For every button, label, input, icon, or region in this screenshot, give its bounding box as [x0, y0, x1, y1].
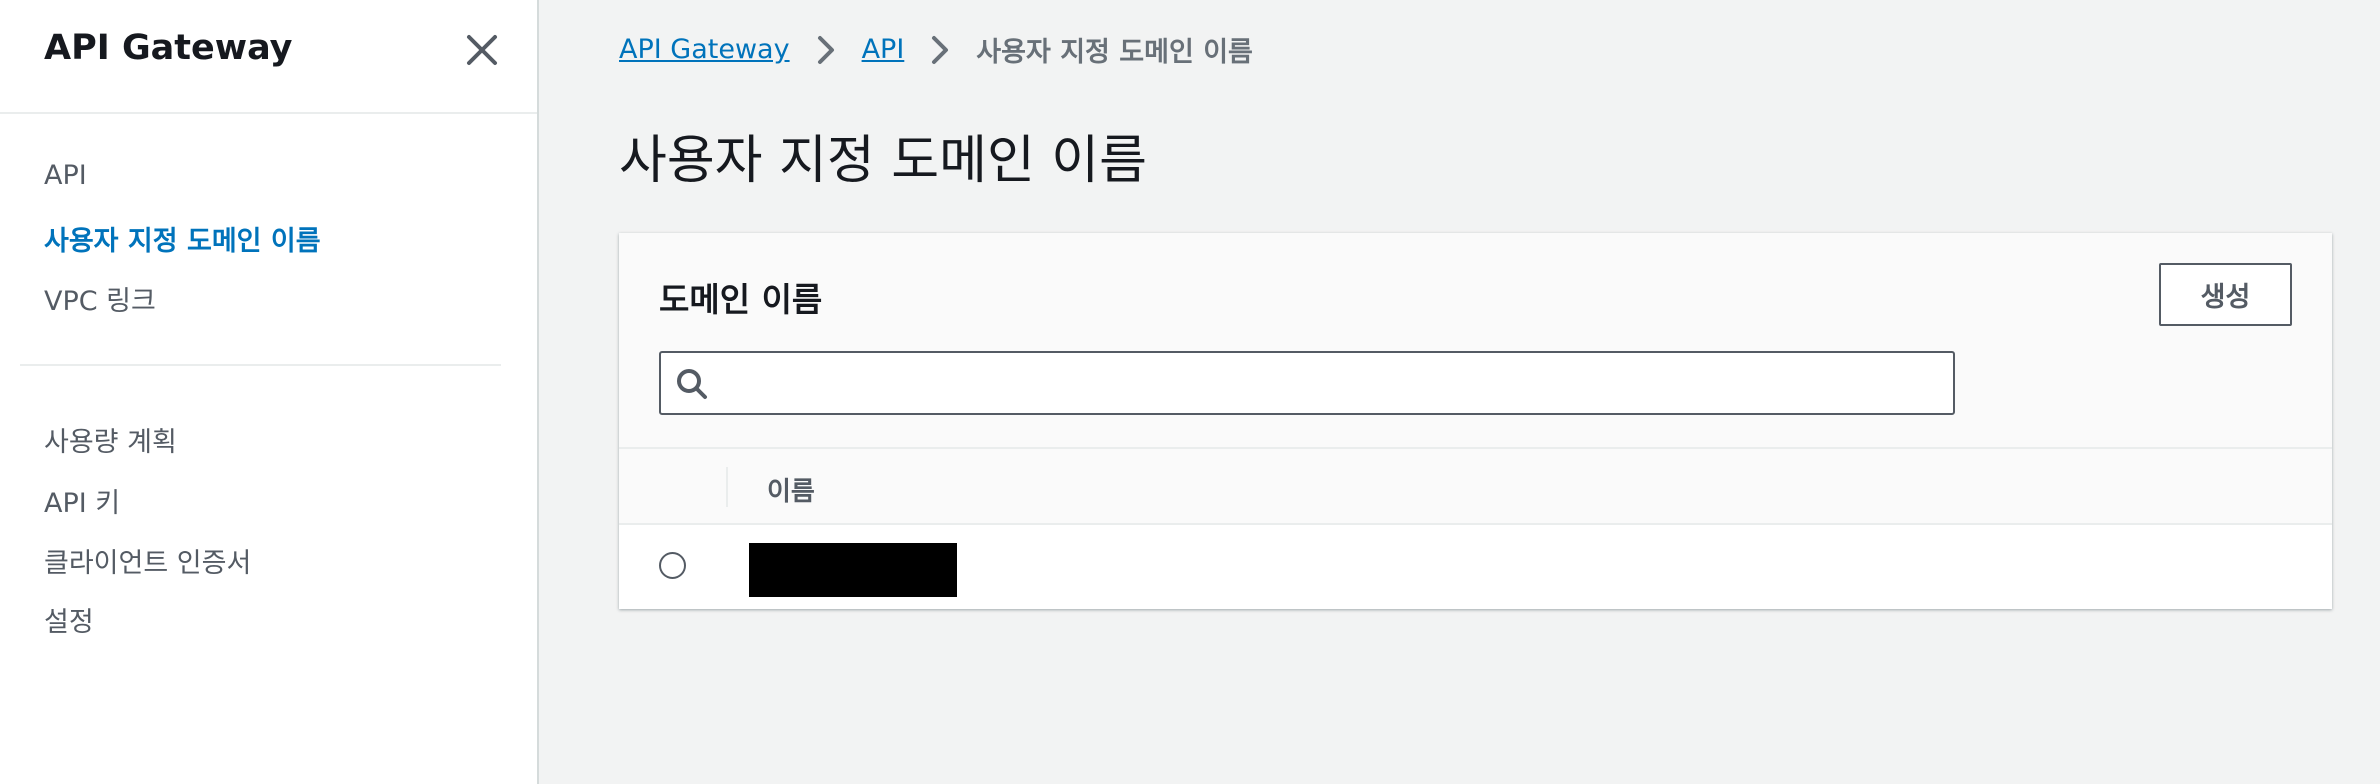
sidebar-item-api-keys[interactable]: API 키	[44, 481, 120, 520]
search-field[interactable]	[659, 351, 1955, 415]
breadcrumb: API Gateway API 사용자 지정 도메인 이름	[619, 30, 1253, 69]
page-title: 사용자 지정 도메인 이름	[619, 131, 1147, 191]
redacted-domain-name	[749, 543, 957, 597]
column-header-name[interactable]: 이름	[767, 471, 815, 508]
table-header: 이름	[619, 447, 2332, 525]
chevron-right-icon	[926, 33, 954, 67]
sidebar-title: API Gateway	[44, 28, 293, 68]
sidebar-item-settings[interactable]: 설정	[44, 600, 94, 639]
chevron-right-icon	[812, 33, 840, 67]
panel-title: 도메인 이름	[659, 280, 823, 319]
create-button[interactable]: 생성	[2159, 263, 2292, 326]
row-select-radio[interactable]	[659, 552, 686, 579]
sidebar-header: API Gateway	[0, 0, 537, 114]
close-icon[interactable]	[462, 30, 502, 70]
sidebar-item-vpc-links[interactable]: VPC 링크	[44, 279, 156, 318]
sidebar-item-client-certificates[interactable]: 클라이언트 인증서	[44, 541, 251, 580]
sidebar-item-custom-domain-names[interactable]: 사용자 지정 도메인 이름	[44, 219, 321, 258]
search-input[interactable]	[721, 353, 1945, 415]
domain-names-panel: 도메인 이름 생성 이름	[619, 233, 2332, 609]
sidebar-item-usage-plans[interactable]: 사용량 계획	[44, 420, 177, 459]
nav-divider	[20, 364, 501, 366]
main-content: API Gateway API 사용자 지정 도메인 이름 사용자 지정 도메인…	[539, 0, 2380, 784]
column-divider	[726, 467, 728, 507]
search-icon	[675, 367, 709, 401]
breadcrumb-current: 사용자 지정 도메인 이름	[976, 37, 1253, 68]
table-row[interactable]	[619, 525, 2332, 609]
sidebar-item-api[interactable]: API	[44, 160, 87, 191]
sidebar: API Gateway API 사용자 지정 도메인 이름 VPC 링크 사용량…	[0, 0, 539, 784]
breadcrumb-link-api[interactable]: API	[862, 34, 905, 65]
breadcrumb-link-api-gateway[interactable]: API Gateway	[619, 34, 790, 65]
